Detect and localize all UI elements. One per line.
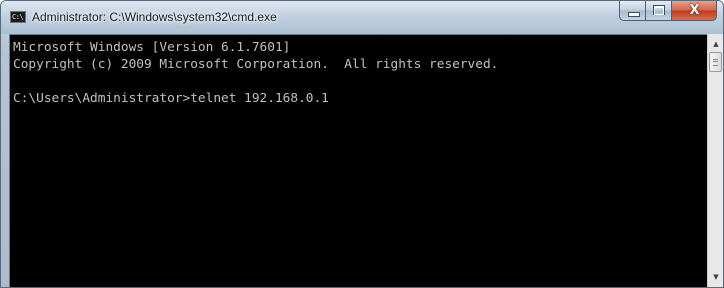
command-prompt-icon-label: C:\	[12, 13, 24, 21]
console-line-command: C:\Users\Administrator>telnet 192.168.0.…	[13, 91, 329, 106]
scroll-down-arrow-icon[interactable]: ▼	[708, 269, 723, 285]
close-button[interactable]: X	[672, 1, 717, 21]
maximize-icon	[653, 5, 665, 15]
close-icon: X	[689, 3, 700, 18]
console-line-copyright: Copyright (c) 2009 Microsoft Corporation…	[13, 57, 499, 72]
cmd-window: C:\ Administrator: C:\Windows\system32\c…	[0, 0, 724, 288]
window-title: Administrator: C:\Windows\system32\cmd.e…	[32, 10, 277, 24]
minimize-icon	[628, 12, 640, 17]
minimize-button[interactable]	[619, 1, 646, 21]
caption-buttons: X	[619, 1, 717, 21]
scroll-thumb[interactable]	[709, 52, 722, 72]
command-prompt-icon[interactable]: C:\	[10, 11, 26, 23]
vertical-scrollbar[interactable]: ▲ ▼	[707, 34, 723, 287]
console-line-version: Microsoft Windows [Version 6.1.7601]	[13, 40, 291, 55]
scroll-up-arrow-icon[interactable]: ▲	[708, 36, 723, 52]
console-output[interactable]: Microsoft Windows [Version 6.1.7601] Cop…	[9, 34, 707, 287]
maximize-button[interactable]	[646, 1, 672, 21]
title-bar[interactable]: C:\ Administrator: C:\Windows\system32\c…	[1, 1, 723, 34]
